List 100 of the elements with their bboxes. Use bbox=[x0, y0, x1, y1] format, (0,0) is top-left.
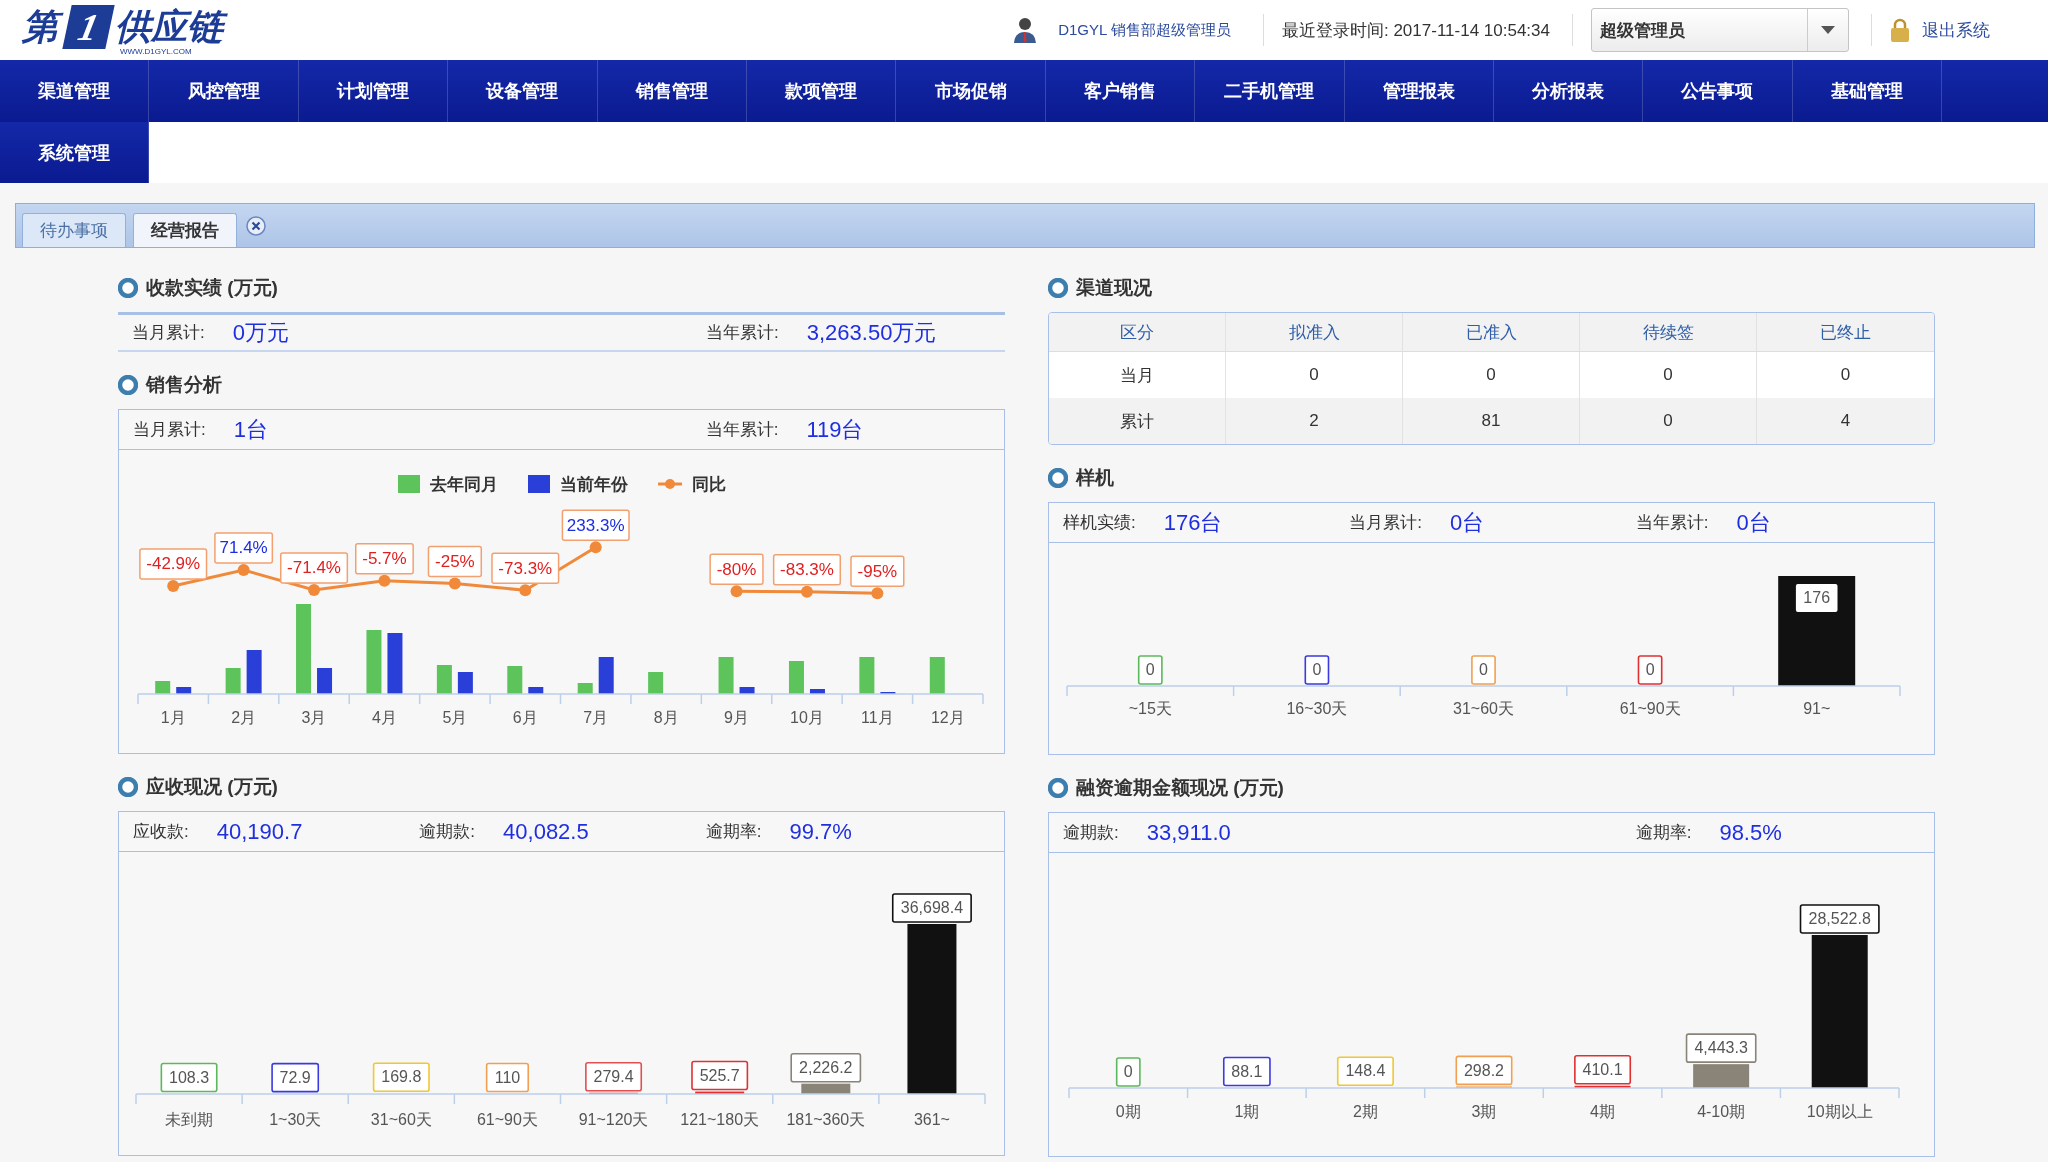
data-label: 0 bbox=[1637, 655, 1663, 685]
data-label: 279.4 bbox=[593, 1067, 634, 1085]
axis-label: 31~60天 bbox=[370, 1111, 432, 1129]
stat-value: 0台 bbox=[1450, 508, 1485, 537]
stat-value: 40,190.7 bbox=[216, 818, 303, 845]
data-label: 36,698.4 bbox=[900, 899, 964, 917]
section-title: 样机 bbox=[1076, 466, 1114, 490]
data-label: 88.1 bbox=[1231, 1062, 1263, 1080]
data-label: -95% bbox=[857, 561, 898, 581]
data-label: -83.3% bbox=[772, 553, 841, 586]
data-label: 169.8 bbox=[381, 1068, 422, 1086]
axis-label: 0期 bbox=[1115, 1103, 1141, 1121]
logo-url: WWW.D1GYL.COM bbox=[120, 46, 193, 56]
column-header: 已终止 bbox=[1757, 313, 1934, 352]
data-label: 71.4% bbox=[214, 532, 274, 564]
section-title: 收款实绩 (万元) bbox=[146, 276, 278, 300]
legend-label: 当前年份 bbox=[559, 473, 628, 496]
data-label: 298.2 bbox=[1455, 1055, 1513, 1086]
axis-label: 61~90天 bbox=[1619, 700, 1681, 718]
data-label: 72.9 bbox=[279, 1068, 311, 1086]
axis-label: 1期 bbox=[1234, 1103, 1260, 1121]
axis-label: 61~90天 bbox=[476, 1111, 538, 1129]
data-label: 88.1 bbox=[1222, 1056, 1271, 1087]
data-label: 0 bbox=[1471, 655, 1496, 685]
data-label: -25% bbox=[427, 545, 483, 578]
table-cell: 0 bbox=[1580, 398, 1757, 444]
data-label: -42.9% bbox=[139, 548, 208, 580]
data-label: -95% bbox=[850, 555, 905, 588]
data-label: -42.9% bbox=[146, 554, 201, 574]
data-label: 410.1 bbox=[1582, 1061, 1623, 1079]
axis-label: 4期 bbox=[1590, 1103, 1615, 1121]
user-name: D1GYL 销售部超级管理员 bbox=[1058, 20, 1231, 40]
stat-value: 33,911.0 bbox=[1146, 819, 1231, 846]
data-label: -80% bbox=[709, 553, 764, 585]
axis-label: 31~60天 bbox=[1453, 700, 1514, 718]
section-title: 渠道现况 bbox=[1076, 276, 1152, 300]
axis-label: ~15天 bbox=[1128, 700, 1172, 718]
data-label: 0 bbox=[1145, 661, 1155, 679]
axis-label: 16~30天 bbox=[1286, 700, 1348, 718]
stat-label: 当月累计: bbox=[1349, 512, 1423, 534]
data-label: 108.3 bbox=[169, 1068, 210, 1086]
axis-label: 1月 bbox=[160, 709, 186, 727]
data-label: 28,522.8 bbox=[1808, 910, 1871, 928]
table-cell: 0 bbox=[1403, 352, 1580, 398]
table-cell: 累计 bbox=[1049, 398, 1226, 444]
last-login-text: 最近登录时间: 2017-11-14 10:54:34 bbox=[1281, 19, 1550, 42]
section-title: 融资逾期金额现况 (万元) bbox=[1076, 776, 1284, 800]
stat-label: 应收款: bbox=[133, 821, 189, 843]
stat-value: 176台 bbox=[1163, 508, 1223, 537]
stat-label: 逾期率: bbox=[705, 821, 762, 843]
data-label: -73.3% bbox=[491, 552, 560, 584]
data-label: 108.3 bbox=[160, 1062, 218, 1093]
data-label: 0 bbox=[1115, 1057, 1141, 1087]
data-label: 110 bbox=[485, 1062, 530, 1093]
data-label: 298.2 bbox=[1463, 1061, 1505, 1079]
axis-label: 4月 bbox=[372, 709, 397, 727]
stat-label: 当年累计: bbox=[706, 322, 779, 344]
logo-text: 第 bbox=[20, 2, 64, 51]
axis-label: 361~ bbox=[913, 1111, 950, 1129]
axis-label: 6月 bbox=[512, 709, 538, 727]
data-label: -71.4% bbox=[287, 558, 341, 578]
data-label: 0 bbox=[1479, 661, 1489, 679]
data-label: 148.4 bbox=[1336, 1056, 1394, 1086]
data-label: 0 bbox=[1645, 661, 1655, 679]
axis-label: 91~120天 bbox=[578, 1111, 649, 1129]
axis-label: 10期以上 bbox=[1806, 1103, 1873, 1121]
axis-label: 2月 bbox=[231, 709, 257, 727]
data-label: 72.9 bbox=[271, 1062, 320, 1093]
axis-label: 1~30天 bbox=[269, 1111, 322, 1129]
data-label: 0 bbox=[1137, 655, 1163, 685]
data-label: 2,226.2 bbox=[790, 1052, 862, 1083]
data-label: 71.4% bbox=[219, 538, 268, 558]
data-label: 28,522.8 bbox=[1799, 904, 1880, 934]
data-label: 176 bbox=[1803, 589, 1831, 607]
stat-label: 逾期款: bbox=[1063, 822, 1119, 844]
section-title: 销售分析 bbox=[146, 373, 222, 397]
axis-label: 11月 bbox=[861, 709, 894, 727]
data-label: 0 bbox=[1304, 655, 1330, 685]
stat-label: 当月累计: bbox=[132, 322, 205, 344]
table-cell: 0 bbox=[1757, 352, 1934, 398]
axis-label: 181~360天 bbox=[786, 1111, 866, 1129]
axis-label: 7月 bbox=[583, 709, 609, 727]
stat-label: 当月累计: bbox=[133, 419, 206, 441]
table-cell: 2 bbox=[1226, 398, 1403, 444]
data-label: 148.4 bbox=[1345, 1062, 1386, 1080]
axis-label: 10月 bbox=[790, 709, 824, 727]
data-label: -5.7% bbox=[362, 549, 407, 569]
data-label: 0 bbox=[1123, 1063, 1133, 1081]
stat-value: 0台 bbox=[1736, 508, 1771, 537]
axis-label: 3期 bbox=[1471, 1103, 1497, 1121]
table-cell: 当月 bbox=[1049, 352, 1226, 398]
data-label: 4,443.3 bbox=[1685, 1033, 1757, 1063]
stat-value: 40,082.5 bbox=[503, 818, 589, 845]
data-label: -83.3% bbox=[780, 560, 834, 580]
stat-value: 3,263.50万元 bbox=[806, 318, 937, 347]
data-label: 110 bbox=[494, 1068, 521, 1086]
data-label: -71.4% bbox=[280, 552, 349, 584]
axis-label: 4-10期 bbox=[1697, 1103, 1746, 1121]
column-header: 待续签 bbox=[1580, 313, 1757, 352]
data-label: 525.7 bbox=[699, 1066, 740, 1084]
